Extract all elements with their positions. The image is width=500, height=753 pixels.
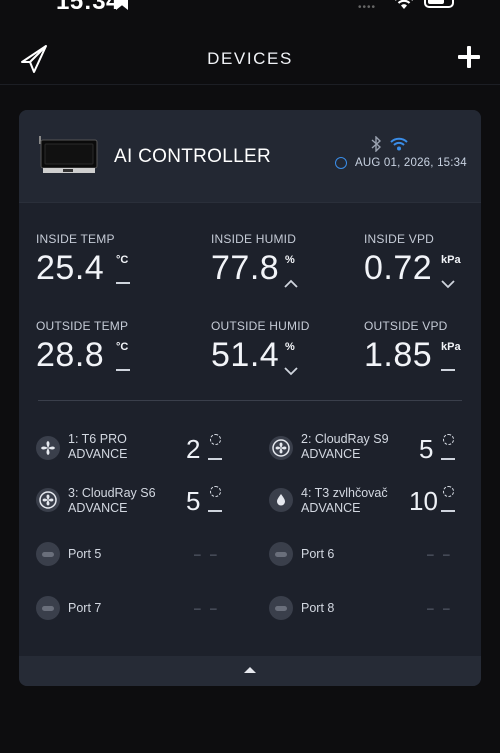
loading-ring-icon xyxy=(443,434,454,445)
empty-port-icon xyxy=(269,542,293,566)
status-time: 15:34 xyxy=(56,0,120,15)
water-drop-icon xyxy=(269,488,293,512)
metric-unit: kPa xyxy=(441,341,461,353)
trend-flat-icon xyxy=(441,369,455,371)
port-6[interactable]: Port 6 – – xyxy=(269,542,464,568)
empty-port-icon xyxy=(36,596,60,620)
level-underline xyxy=(208,458,222,460)
metric-value: 51.4 xyxy=(211,336,280,374)
port-7[interactable]: Port 7 – – xyxy=(36,596,236,622)
card-head-divider xyxy=(19,202,481,203)
metric-value: 1.85 xyxy=(364,336,433,374)
device-card-header[interactable]: AI CONTROLLER AUG 01, 2026, 15:34 xyxy=(19,110,481,202)
battery-icon xyxy=(424,0,454,8)
port-name: 4: T3 zvlhčovač ADVANCE xyxy=(301,486,388,515)
port-empty-value: – – xyxy=(427,601,453,615)
port-name: Port 8 xyxy=(301,601,335,615)
metric-outside-temp: OUTSIDE TEMP 28.8 °C xyxy=(36,319,196,377)
port-name: 3: CloudRay S6 ADVANCE xyxy=(68,486,156,515)
metric-unit: kPa xyxy=(441,254,461,266)
port-level: 5 xyxy=(186,486,201,516)
metric-label: INSIDE VPD xyxy=(364,232,435,246)
port-level: 5 xyxy=(419,434,434,464)
trend-down-icon xyxy=(283,363,299,381)
fan-icon xyxy=(269,436,293,460)
port-empty-value: – – xyxy=(194,547,220,561)
page-title: DEVICES xyxy=(207,49,293,68)
metric-value: 28.8 xyxy=(36,336,105,374)
metric-inside-temp: INSIDE TEMP 25.4 °C xyxy=(36,232,196,290)
bluetooth-icon xyxy=(371,135,382,157)
fan-icon xyxy=(36,436,60,460)
level-underline xyxy=(441,510,455,512)
metric-value: 25.4 xyxy=(36,249,105,287)
device-card[interactable]: AI CONTROLLER AUG 01, 2026, 15:34 INSIDE… xyxy=(19,110,481,686)
port-2[interactable]: 2: CloudRay S9 ADVANCE 5 xyxy=(269,432,464,466)
metric-inside-humid: INSIDE HUMID 77.8 % xyxy=(211,232,351,290)
empty-port-icon xyxy=(36,542,60,566)
collapse-toggle[interactable] xyxy=(19,656,481,686)
controller-image xyxy=(37,136,99,174)
port-level: 2 xyxy=(186,434,201,464)
level-underline xyxy=(208,510,222,512)
wifi-status-icon xyxy=(394,0,414,15)
loading-ring-icon xyxy=(210,486,221,497)
loading-ring-icon xyxy=(210,434,221,445)
port-3[interactable]: 3: CloudRay S6 ADVANCE 5 xyxy=(36,486,236,520)
port-name: Port 5 xyxy=(68,547,102,561)
port-empty-value: – – xyxy=(194,601,220,615)
port-name: 2: CloudRay S9 ADVANCE xyxy=(301,432,389,461)
device-name: AI CONTROLLER xyxy=(114,146,271,167)
signal-dots-icon: •••• xyxy=(358,2,377,13)
metric-label: OUTSIDE TEMP xyxy=(36,319,129,333)
trend-down-icon xyxy=(440,276,456,294)
metric-outside-humid: OUTSIDE HUMID 51.4 % xyxy=(211,319,351,377)
metric-unit: % xyxy=(285,254,295,266)
metric-unit: °C xyxy=(116,341,129,353)
last-update-timestamp: AUG 01, 2026, 15:34 xyxy=(355,157,467,169)
metric-unit: °C xyxy=(116,254,129,266)
trend-up-icon xyxy=(283,276,299,294)
status-ring-icon xyxy=(335,157,347,169)
metric-value: 0.72 xyxy=(364,249,433,287)
wifi-icon xyxy=(390,137,408,156)
port-empty-value: – – xyxy=(427,547,453,561)
bookmark-icon xyxy=(116,0,128,10)
loading-ring-icon xyxy=(443,486,454,497)
metric-inside-vpd: INSIDE VPD 0.72 kPa xyxy=(364,232,474,290)
caret-up-icon xyxy=(244,667,256,673)
trend-flat-icon xyxy=(116,282,130,284)
status-bar: 15:34 •••• xyxy=(0,0,500,18)
port-8[interactable]: Port 8 – – xyxy=(269,596,464,622)
port-level: 10 xyxy=(409,486,438,516)
metric-label: INSIDE HUMID xyxy=(211,232,297,246)
port-name: 1: T6 PRO ADVANCE xyxy=(68,432,128,461)
trend-flat-icon xyxy=(116,369,130,371)
empty-port-icon xyxy=(269,596,293,620)
section-divider xyxy=(38,400,462,401)
metric-value: 77.8 xyxy=(211,249,280,287)
app-header: DEVICES xyxy=(0,40,500,80)
level-underline xyxy=(441,458,455,460)
fan-icon xyxy=(36,488,60,512)
header-divider xyxy=(0,84,500,85)
metric-unit: % xyxy=(285,341,295,353)
metric-label: OUTSIDE HUMID xyxy=(211,319,310,333)
port-4[interactable]: 4: T3 zvlhčovač ADVANCE 10 xyxy=(269,486,464,520)
port-5[interactable]: Port 5 – – xyxy=(36,542,236,568)
add-device-button[interactable] xyxy=(456,44,482,70)
port-name: Port 6 xyxy=(301,547,335,561)
metric-label: OUTSIDE VPD xyxy=(364,319,448,333)
port-1[interactable]: 1: T6 PRO ADVANCE 2 xyxy=(36,432,236,466)
metric-outside-vpd: OUTSIDE VPD 1.85 kPa xyxy=(364,319,474,377)
port-name: Port 7 xyxy=(68,601,102,615)
metric-label: INSIDE TEMP xyxy=(36,232,115,246)
